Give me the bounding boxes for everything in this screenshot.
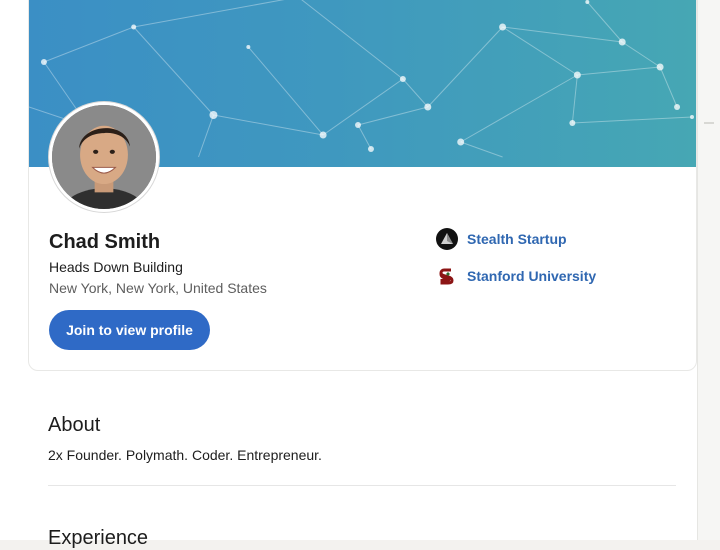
profile-avatar bbox=[49, 102, 159, 212]
panel-edge-marker bbox=[704, 122, 714, 124]
adjacent-panel-edge bbox=[697, 0, 720, 540]
company-link-stealth-startup[interactable]: Stealth Startup bbox=[467, 231, 567, 247]
person-photo-icon bbox=[52, 105, 156, 209]
profile-top-card: Chad Smith Heads Down Building New York,… bbox=[28, 0, 697, 371]
stanford-logo-icon bbox=[436, 265, 458, 287]
company-item-stealth-startup[interactable]: Stealth Startup bbox=[436, 228, 567, 250]
company-link-stanford-university[interactable]: Stanford University bbox=[467, 268, 596, 284]
about-heading: About bbox=[48, 414, 101, 436]
stealth-startup-logo-icon bbox=[436, 228, 458, 250]
about-text: 2x Founder. Polymath. Coder. Entrepreneu… bbox=[48, 447, 322, 463]
profile-headline: Heads Down Building bbox=[49, 259, 183, 275]
company-item-stanford-university[interactable]: Stanford University bbox=[436, 265, 596, 287]
profile-page: Chad Smith Heads Down Building New York,… bbox=[0, 0, 720, 549]
section-divider bbox=[48, 485, 676, 486]
experience-heading: Experience bbox=[48, 527, 149, 549]
profile-location: New York, New York, United States bbox=[49, 280, 267, 296]
join-to-view-profile-button[interactable]: Join to view profile bbox=[49, 310, 210, 350]
profile-name: Chad Smith bbox=[49, 231, 161, 253]
